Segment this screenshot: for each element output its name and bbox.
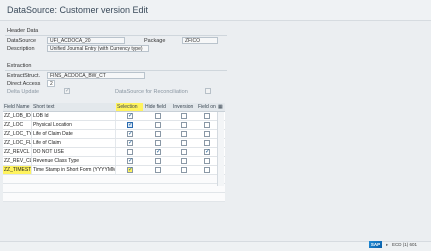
table-settings-icon[interactable]: ▦ [217,103,225,111]
field-only-checkbox[interactable] [204,131,210,137]
hide-field-checkbox[interactable] [155,113,161,119]
window-title: DataSource: Customer version Edit [7,5,149,15]
table-row[interactable]: ZZ_REVCL DO NOT USE ✓ ✓ [3,148,225,157]
inversion-checkbox[interactable] [181,140,187,146]
header-data-divider [5,35,227,36]
delta-update-label: Delta Update [7,89,40,95]
field-only-checkbox[interactable] [204,122,210,128]
row-field-name: ZZ_LOB_ID [4,112,32,120]
extractstruct-label: ExtractStruct. [7,73,41,79]
col-selection[interactable]: Selection [116,103,144,111]
inversion-checkbox[interactable] [181,113,187,119]
field-only-checkbox[interactable] [204,113,210,119]
package-label: Package [144,38,166,44]
description-label: Description [7,46,35,52]
row-short-text: DO NOT USE [32,148,116,156]
hide-field-checkbox[interactable]: ✓ [155,149,161,155]
window-titlebar: DataSource: Customer version Edit [0,0,431,21]
row-field-name: ZZ_REV_CL [4,157,32,165]
inversion-checkbox[interactable] [181,167,187,173]
field-only-checkbox[interactable] [204,140,210,146]
row-short-text: Physical Location [32,121,116,129]
fields-table: Field Name Short text Selection Hide fie… [3,103,225,202]
reconciliation-checkbox[interactable] [205,88,211,94]
inversion-checkbox[interactable] [181,131,187,137]
direct-access-label: Direct Access [7,81,41,87]
system-status[interactable]: ECD (1) 601 [392,242,417,247]
row-short-text: Revenue Class Type [32,157,116,165]
extraction-title: Extraction [7,63,32,69]
table-vertical-scrollbar[interactable] [217,112,224,186]
field-only-checkbox[interactable]: ✓ [204,149,210,155]
table-row[interactable]: ZZ_LOB_ID LOB Id ✓ [3,112,225,121]
col-short-text[interactable]: Short text [32,103,116,111]
inversion-checkbox[interactable] [181,149,187,155]
row-short-text: Life of Claim [32,139,116,147]
col-field-name[interactable]: Field Name [3,103,32,111]
selection-checkbox[interactable] [127,149,133,155]
row-short-text: Time Stamp in Short Form (YYYYMMDD... [33,166,116,174]
extractstruct-field[interactable]: FINS_ACDOCA_BW_CT [47,72,145,79]
field-only-checkbox[interactable] [204,158,210,164]
table-row-empty [3,193,225,202]
table-row-empty [3,175,225,184]
col-field-only[interactable]: Field only... [197,103,217,111]
table-row[interactable]: ZZ_REV_CL Revenue Class Type ✓ [3,157,225,166]
row-field-name: ZZ_LOC_FL [4,139,32,147]
row-field-name: ZZ_LOC_TY [4,130,32,138]
field-only-checkbox[interactable] [204,167,210,173]
selection-checkbox[interactable]: ✓ [127,131,133,137]
hide-field-checkbox[interactable] [155,131,161,137]
row-field-name: ZZ_TIMEST [3,166,32,174]
extraction-divider [5,70,227,71]
datasource-label: DataSource [7,38,37,44]
selection-checkbox[interactable]: ✓ [127,140,133,146]
col-inversion[interactable]: Inversion [172,103,197,111]
selection-checkbox[interactable]: ✓ [127,113,133,119]
table-row[interactable]: ZZ_LOC_FL Life of Claim ✓ [3,139,225,148]
table-header: Field Name Short text Selection Hide fie… [3,103,225,112]
datasource-field[interactable]: UFI_ACDOCA_20 [47,37,125,44]
hide-field-checkbox[interactable] [155,167,161,173]
reconciliation-label: DataSource for Reconciliation [115,89,188,95]
direct-access-field[interactable]: 2 [47,80,55,87]
selection-checkbox[interactable]: ✓ [127,158,133,164]
selection-checkbox[interactable]: ✓ [127,122,133,128]
table-row[interactable]: ZZ_TIMEST Time Stamp in Short Form (YYYY… [3,166,225,175]
row-field-name: ZZ_REVCL [3,148,32,156]
inversion-checkbox[interactable] [181,158,187,164]
col-hide-field[interactable]: Hide field [144,103,172,111]
row-short-text: LOB Id [32,112,116,120]
table-row[interactable]: ZZ_LOC_TY Life of Claim Date ✓ [3,130,225,139]
header-data-title: Header Data [7,28,39,34]
row-field-name: ZZ_LOC [3,121,32,129]
description-field[interactable]: Unified Journal Entry (with Currency typ… [47,45,149,52]
hide-field-checkbox[interactable] [155,140,161,146]
table-row[interactable]: ZZ_LOC Physical Location ✓ [3,121,225,130]
hide-field-checkbox[interactable] [155,158,161,164]
table-row-empty [3,184,225,193]
sap-logo-icon: SAP [369,241,382,248]
package-field[interactable]: ZFICO [182,37,218,44]
hide-field-checkbox[interactable] [155,122,161,128]
selection-checkbox[interactable]: ✓ [127,167,133,173]
status-arrow-icon[interactable]: ▸ [386,242,388,248]
inversion-checkbox[interactable] [181,122,187,128]
delta-update-checkbox[interactable]: ✓ [64,88,70,94]
row-short-text: Life of Claim Date [32,130,116,138]
